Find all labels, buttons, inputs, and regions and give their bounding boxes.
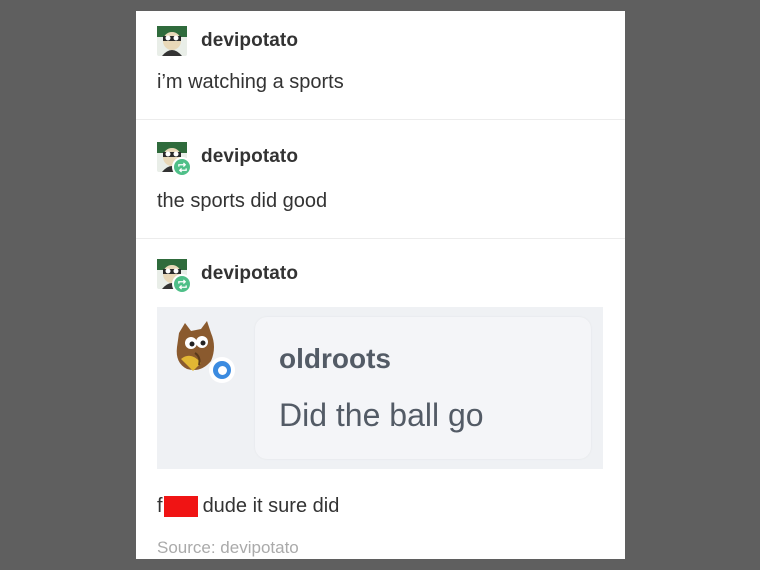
quoted-text: Did the ball go <box>279 397 484 433</box>
reply-prefix: f <box>157 495 163 517</box>
chat-bubble-icon <box>209 357 235 383</box>
user-avatar[interactable] <box>157 26 187 56</box>
post-header: devipotato <box>157 26 298 56</box>
user-avatar[interactable] <box>157 259 192 294</box>
source-link[interactable]: Source: devipotato <box>157 538 299 558</box>
avatar-image <box>157 26 187 56</box>
post-text: i’m watching a sports <box>157 71 344 93</box>
post-1: devipotato i’m watching a sports <box>136 11 625 120</box>
quoted-username[interactable]: oldroots <box>279 343 391 375</box>
redaction-block <box>163 496 198 517</box>
user-avatar[interactable] <box>157 142 192 177</box>
quoted-post: oldroots Did the ball go <box>157 307 603 469</box>
post-card: devipotato i’m watching a sports devipot… <box>136 11 625 559</box>
username[interactable]: devipotato <box>201 263 298 285</box>
reblog-icon <box>172 157 192 177</box>
reblog-icon <box>172 274 192 294</box>
username[interactable]: devipotato <box>201 30 298 52</box>
post-header: devipotato <box>157 142 298 177</box>
chat-bubble: oldroots Did the ball go <box>255 317 591 459</box>
post-text: the sports did good <box>157 190 328 212</box>
quoted-user-avatar[interactable] <box>171 321 235 383</box>
username[interactable]: devipotato <box>201 146 298 168</box>
reply-text: f dude it sure did <box>157 495 339 518</box>
post-2: devipotato the sports did good <box>136 120 625 239</box>
post-header: devipotato <box>157 259 298 294</box>
reply-suffix: dude it sure did <box>202 495 340 517</box>
